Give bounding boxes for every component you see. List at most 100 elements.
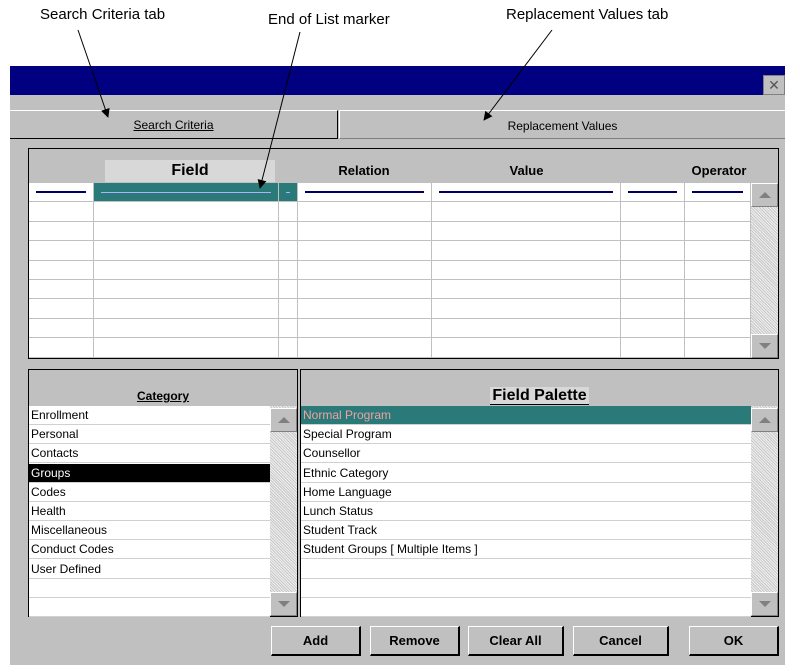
- grid-cell[interactable]: [685, 183, 751, 203]
- palette-list-item[interactable]: Special Program: [301, 425, 751, 445]
- grid-cell[interactable]: [279, 299, 298, 319]
- grid-cell[interactable]: [621, 280, 685, 300]
- grid-cell[interactable]: [29, 221, 94, 242]
- grid-cell[interactable]: [298, 280, 432, 300]
- grid-cell[interactable]: [685, 202, 751, 222]
- grid-cell[interactable]: [621, 299, 685, 319]
- grid-cell[interactable]: [279, 338, 298, 358]
- grid-cell[interactable]: [432, 260, 621, 280]
- grid-cell[interactable]: [432, 221, 621, 242]
- grid-cell[interactable]: [94, 202, 279, 222]
- grid-cell[interactable]: [298, 183, 432, 203]
- category-list-item[interactable]: Conduct Codes: [29, 540, 270, 560]
- category-list-item[interactable]: Personal: [29, 425, 270, 445]
- end-of-list-marker[interactable]: [279, 183, 298, 203]
- grid-cell[interactable]: [621, 338, 685, 358]
- category-list-item[interactable]: Contacts: [29, 444, 270, 464]
- grid-cell[interactable]: [94, 318, 279, 339]
- grid-cell[interactable]: [621, 241, 685, 261]
- cancel-button[interactable]: Cancel: [573, 626, 669, 656]
- grid-cell[interactable]: [29, 280, 94, 300]
- grid-cell[interactable]: [298, 221, 432, 242]
- grid-cell[interactable]: [279, 241, 298, 261]
- grid-cell[interactable]: [685, 299, 751, 319]
- grid-cell[interactable]: [685, 241, 751, 261]
- palette-list-item[interactable]: Normal Program: [301, 406, 751, 425]
- grid-cell[interactable]: [432, 280, 621, 300]
- grid-scrollbar[interactable]: [751, 183, 778, 358]
- grid-cell[interactable]: [298, 299, 432, 319]
- grid-cell[interactable]: [621, 260, 685, 280]
- grid-scroll-up-button[interactable]: [751, 183, 778, 207]
- grid-cell[interactable]: [621, 202, 685, 222]
- palette-list-item[interactable]: Lunch Status: [301, 502, 751, 521]
- category-list-item[interactable]: User Defined: [29, 560, 270, 579]
- grid-cell[interactable]: [94, 280, 279, 300]
- category-scroll-up-button[interactable]: [270, 408, 297, 432]
- grid-cell[interactable]: [29, 318, 94, 339]
- tab-replacement-values[interactable]: Replacement Values: [339, 110, 785, 139]
- field-palette-list[interactable]: Normal Program Special Program Counsellor E…: [301, 406, 751, 617]
- grid-body[interactable]: [29, 183, 751, 358]
- palette-list-item[interactable]: Ethnic Category: [301, 464, 751, 483]
- grid-cell[interactable]: [29, 338, 94, 358]
- category-list-item[interactable]: Miscellaneous: [29, 521, 270, 541]
- grid-cell[interactable]: [298, 241, 432, 261]
- grid-cell[interactable]: [685, 221, 751, 242]
- category-list[interactable]: Enrollment Personal Contacts Groups Codes Hea…: [29, 406, 270, 617]
- grid-cell[interactable]: [279, 221, 298, 242]
- grid-cell[interactable]: [279, 318, 298, 339]
- category-list-item[interactable]: Codes: [29, 483, 270, 502]
- grid-cell[interactable]: [621, 318, 685, 339]
- grid-cell[interactable]: [298, 202, 432, 222]
- grid-cell[interactable]: [29, 202, 94, 222]
- remove-button[interactable]: Remove: [370, 626, 460, 656]
- grid-cell[interactable]: [279, 280, 298, 300]
- ok-button[interactable]: OK: [689, 626, 779, 656]
- end-of-list-marker[interactable]: [94, 183, 279, 203]
- grid-cell[interactable]: [94, 338, 279, 358]
- category-scroll-down-button[interactable]: [270, 592, 297, 616]
- grid-cell[interactable]: [94, 299, 279, 319]
- grid-cell[interactable]: [432, 299, 621, 319]
- palette-list-item[interactable]: Student Track: [301, 521, 751, 541]
- grid-cell[interactable]: [432, 318, 621, 339]
- grid-cell[interactable]: [94, 221, 279, 242]
- grid-cell[interactable]: [685, 318, 751, 339]
- palette-scroll-up-button[interactable]: [751, 408, 778, 432]
- grid-cell[interactable]: [432, 183, 621, 203]
- grid-cell[interactable]: [685, 260, 751, 280]
- grid-cell[interactable]: [29, 260, 94, 280]
- field-palette-scrollbar[interactable]: [751, 406, 778, 616]
- grid-cell[interactable]: [621, 183, 685, 203]
- grid-cell[interactable]: [685, 280, 751, 300]
- category-list-item[interactable]: Health: [29, 502, 270, 521]
- grid-cell[interactable]: [432, 338, 621, 358]
- category-scrollbar[interactable]: [270, 406, 297, 616]
- add-button[interactable]: Add: [271, 626, 361, 656]
- grid-cell[interactable]: [279, 260, 298, 280]
- grid-cell[interactable]: [298, 260, 432, 280]
- palette-list-item[interactable]: Home Language: [301, 483, 751, 502]
- grid-cell[interactable]: [685, 338, 751, 358]
- grid-cell[interactable]: [94, 260, 279, 280]
- grid-cell[interactable]: [298, 318, 432, 339]
- grid-cell[interactable]: [621, 221, 685, 242]
- category-list-item[interactable]: Enrollment: [29, 406, 270, 425]
- tab-search-criteria[interactable]: Search Criteria: [10, 110, 338, 139]
- grid-cell[interactable]: [298, 338, 432, 358]
- palette-scroll-down-button[interactable]: [751, 592, 778, 616]
- grid-cell[interactable]: [432, 202, 621, 222]
- grid-cell[interactable]: [29, 241, 94, 261]
- close-button[interactable]: ✕: [763, 75, 785, 95]
- grid-scroll-down-button[interactable]: [751, 334, 778, 358]
- palette-list-item[interactable]: Counsellor: [301, 444, 751, 464]
- palette-list-item[interactable]: Student Groups [ Multiple Items ]: [301, 540, 751, 560]
- grid-cell[interactable]: [432, 241, 621, 261]
- grid-cell[interactable]: [94, 241, 279, 261]
- grid-cell[interactable]: [279, 202, 298, 222]
- category-list-item[interactable]: Groups: [29, 463, 270, 483]
- grid-cell[interactable]: [29, 183, 94, 203]
- grid-cell[interactable]: [29, 299, 94, 319]
- clear-all-button[interactable]: Clear All: [468, 626, 564, 656]
